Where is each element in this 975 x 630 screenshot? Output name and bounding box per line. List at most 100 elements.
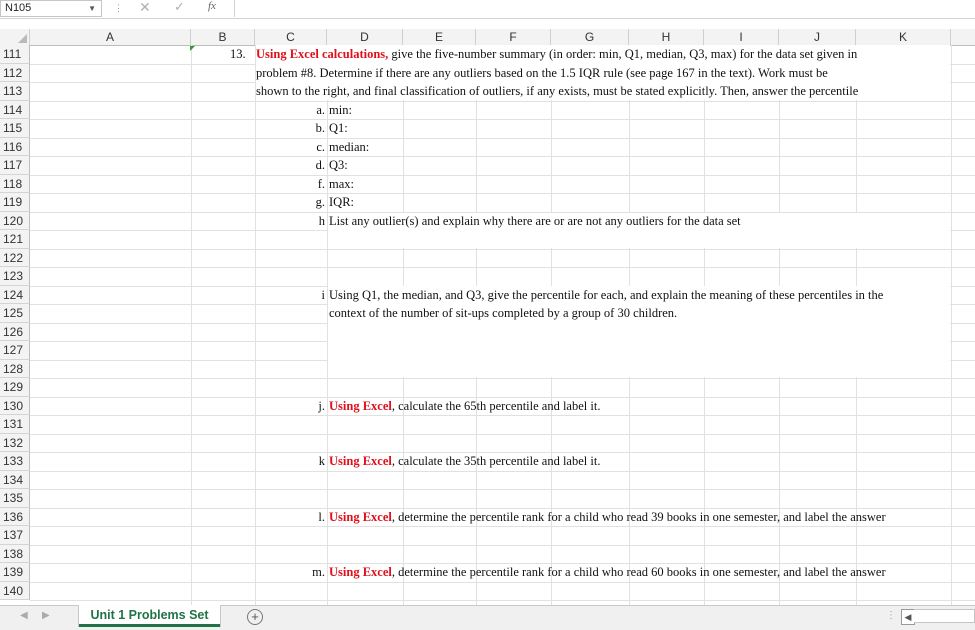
row-header[interactable]: 137 — [0, 526, 30, 545]
gridline — [30, 119, 975, 120]
column-header-i[interactable]: I — [704, 29, 779, 45]
insert-function-icon[interactable]: fx — [208, 0, 216, 12]
row-header[interactable]: 114 — [0, 100, 30, 119]
row-header[interactable]: 119 — [0, 193, 30, 212]
column-header-c[interactable]: C — [255, 29, 327, 45]
row-header[interactable]: 124 — [0, 285, 30, 304]
sheet-tab-active[interactable]: Unit 1 Problems Set — [79, 605, 220, 627]
row-header[interactable]: 113 — [0, 82, 30, 101]
gridline — [30, 267, 975, 268]
next-sheet-icon[interactable]: ▶ — [42, 610, 50, 621]
excel-emphasis: Using Excel — [329, 398, 392, 413]
gridline — [30, 193, 975, 194]
chevron-down-icon[interactable]: ▼ — [88, 1, 96, 16]
column-header-d[interactable]: D — [327, 29, 403, 45]
gridline — [30, 248, 975, 250]
gridline — [30, 433, 975, 435]
worksheet-grid[interactable]: 111 112 113 114 115 116 117 118 119 120 … — [0, 45, 975, 605]
row-header[interactable]: 125 — [0, 304, 30, 323]
item-label-k: k — [318, 454, 325, 468]
row-header[interactable]: 128 — [0, 359, 30, 378]
item-text-rank-60: Using Excel, determine the percentile ra… — [329, 563, 886, 581]
gridline — [191, 45, 192, 605]
column-header-k[interactable]: K — [856, 29, 951, 45]
formula-bar: N105 ▼ ⋮ ✕ ✓ fx — [0, 0, 975, 19]
item-text-q3: Q3: — [329, 158, 348, 172]
row-header[interactable]: 132 — [0, 433, 30, 452]
item-text-rank-39: Using Excel, determine the percentile ra… — [329, 508, 886, 526]
error-indicator-icon — [190, 46, 195, 51]
add-sheet-icon[interactable]: + — [247, 609, 263, 625]
gridline — [30, 100, 975, 102]
gridline — [30, 415, 975, 416]
row-header[interactable]: 117 — [0, 156, 30, 175]
item-text-35th: Using Excel, calculate the 35th percenti… — [329, 452, 600, 470]
item-text-min: min: — [329, 102, 352, 117]
item-label-j: j. — [318, 398, 325, 413]
row-header[interactable]: 127 — [0, 341, 30, 360]
item-text-rank-39-rest: , determine the percentile rank for a ch… — [391, 509, 886, 524]
question-line-2: problem #8. Determine if there are any o… — [256, 65, 828, 80]
column-header-j[interactable]: J — [779, 29, 856, 45]
row-header[interactable]: 131 — [0, 415, 30, 434]
row-header[interactable]: 116 — [0, 137, 30, 156]
item-text-35th-rest: , calculate the 35th percentile and labe… — [391, 454, 601, 468]
cancel-icon[interactable]: ✕ — [139, 0, 151, 16]
row-header[interactable]: 136 — [0, 507, 30, 526]
item-label-a: a. — [316, 102, 325, 117]
row-header[interactable]: 126 — [0, 322, 30, 341]
sheet-tab-bar: ◀ ▶ Unit 1 Problems Set + ⋮ ◀ — [0, 605, 975, 630]
row-header[interactable]: 129 — [0, 378, 30, 397]
splitter-icon[interactable]: ⋮ — [886, 610, 896, 621]
row-header[interactable]: 139 — [0, 563, 30, 582]
item-text-65th: Using Excel, calculate the 65th percenti… — [329, 397, 600, 415]
item-label-c: c. — [316, 139, 325, 154]
row-header[interactable]: 138 — [0, 544, 30, 563]
question-number: 13. — [230, 47, 246, 61]
previous-sheet-icon[interactable]: ◀ — [20, 610, 28, 621]
gridline — [30, 470, 975, 472]
gridline — [30, 544, 975, 546]
column-header-a[interactable]: A — [30, 29, 191, 45]
select-all-corner[interactable] — [0, 29, 30, 45]
row-header[interactable]: 120 — [0, 211, 30, 230]
item-text-percentiles-line-2: context of the number of sit-ups complet… — [329, 306, 678, 320]
item-label-i: i — [321, 287, 325, 302]
row-header[interactable]: 115 — [0, 119, 30, 138]
enter-icon[interactable]: ✓ — [174, 0, 185, 15]
formula-input[interactable] — [234, 0, 975, 17]
item-text-q1: Q1: — [329, 121, 348, 135]
name-box[interactable]: N105 ▼ — [0, 0, 102, 17]
question-line-3: shown to the right, and final classifica… — [256, 84, 859, 98]
column-header-b[interactable]: B — [191, 29, 255, 45]
row-header[interactable]: 112 — [0, 63, 30, 82]
name-box-value: N105 — [5, 2, 32, 14]
column-header-g[interactable]: G — [551, 29, 629, 45]
formula-bar-separator: ⋮ — [114, 3, 123, 13]
column-header-e[interactable]: E — [403, 29, 476, 45]
gridline — [255, 45, 256, 605]
question-red-emphasis: Using Excel calculations, — [256, 47, 389, 61]
gridline — [30, 581, 975, 583]
row-header[interactable]: 130 — [0, 396, 30, 415]
column-header-h[interactable]: H — [629, 29, 704, 45]
row-header[interactable]: 111 — [0, 45, 30, 64]
row-header[interactable]: 122 — [0, 248, 30, 267]
horizontal-scrollbar[interactable] — [914, 609, 975, 623]
question-line-1: Using Excel calculations, give the five-… — [256, 45, 857, 63]
row-header[interactable]: 134 — [0, 470, 30, 489]
row-header[interactable]: 123 — [0, 267, 30, 286]
item-text-median: median: — [329, 139, 370, 154]
gridline — [30, 526, 975, 527]
row-header[interactable]: 135 — [0, 489, 30, 508]
row-header[interactable]: 118 — [0, 174, 30, 193]
item-label-g: g. — [315, 195, 325, 209]
row-header[interactable]: 133 — [0, 452, 30, 471]
scroll-left-icon[interactable]: ◀ — [901, 609, 915, 625]
question-line-1-rest: give the five-number summary (in order: … — [388, 47, 858, 61]
column-header-f[interactable]: F — [476, 29, 551, 45]
row-header[interactable]: 140 — [0, 581, 30, 600]
row-header[interactable]: 121 — [0, 230, 30, 249]
excel-emphasis: Using Excel — [329, 565, 392, 579]
item-label-d: d. — [315, 158, 325, 172]
